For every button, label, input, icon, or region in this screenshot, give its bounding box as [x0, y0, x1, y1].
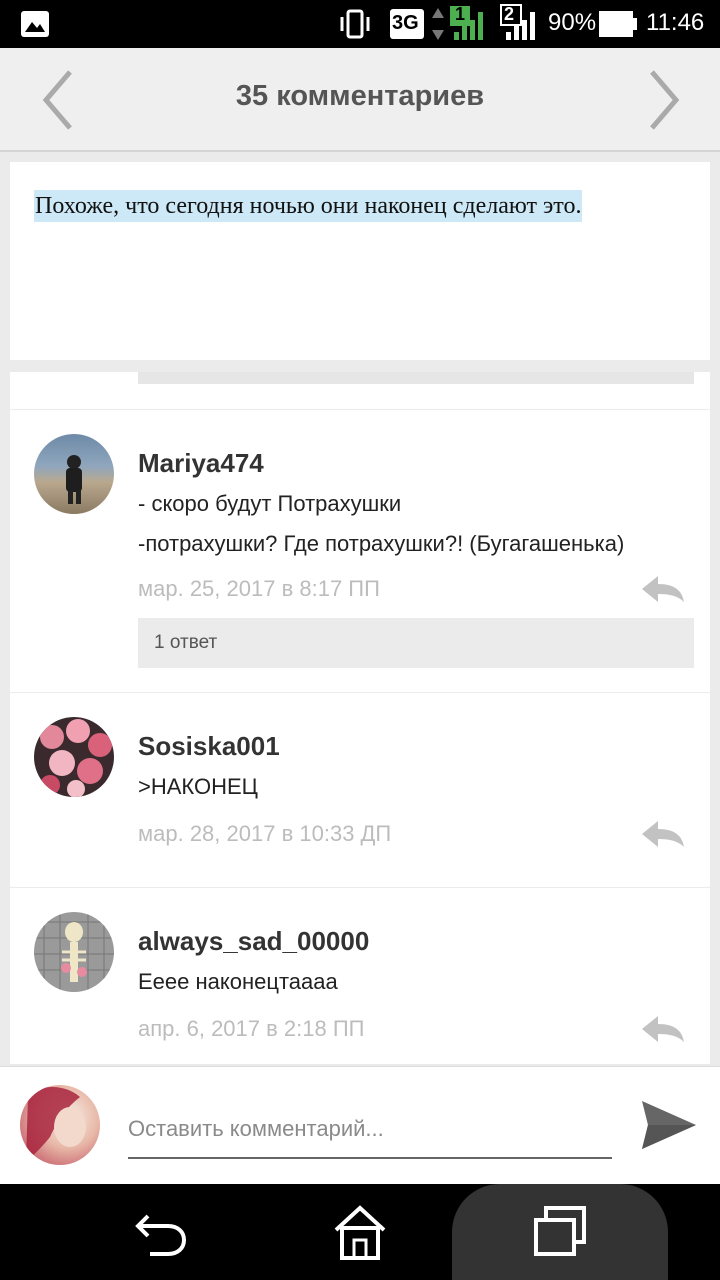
system-nav-bar — [0, 1184, 720, 1280]
comment-username[interactable]: Mariya474 — [138, 448, 264, 479]
sim2-label: 2 — [504, 4, 515, 24]
avatar[interactable] — [34, 434, 114, 514]
status-bar: 3G 1 2 90% 11:46 — [0, 0, 720, 48]
next-arrow-icon[interactable] — [644, 68, 684, 132]
comment-text-line: >НАКОНЕЦ — [138, 774, 258, 799]
home-icon[interactable] — [330, 1202, 390, 1262]
post-card: Похоже, что сегодня ночью они наконец сд… — [10, 162, 710, 360]
view-replies-button[interactable]: 1 ответ — [138, 618, 694, 668]
vibrate-icon — [340, 9, 370, 39]
data-activity-icon — [432, 8, 444, 40]
comment-text-line: - скоро будут Потрахушки — [138, 491, 402, 516]
comment-date: мар. 25, 2017 в 8:17 ПП — [138, 576, 380, 601]
comment-input[interactable] — [128, 1107, 612, 1159]
signal-sim1-icon — [450, 6, 483, 40]
divider — [10, 692, 710, 693]
divider — [10, 409, 710, 410]
gallery-notification-icon — [21, 11, 49, 37]
comment-username[interactable]: Sosiska001 — [138, 731, 280, 762]
back-icon[interactable] — [130, 1202, 190, 1262]
reply-icon[interactable] — [640, 819, 686, 849]
clock: 11:46 — [646, 9, 705, 36]
avatar[interactable] — [34, 912, 114, 992]
comment-text-line: -потрахушки? Где потрахушки?! (Бугагашен… — [138, 531, 625, 556]
comments-list: Mariya474 - скоро будут Потрахушки -потр… — [10, 372, 710, 1064]
post-text: Похоже, что сегодня ночью они наконец сд… — [34, 190, 583, 222]
comment-date: мар. 28, 2017 в 10:33 ДП — [138, 821, 392, 846]
sim1-label: 1 — [455, 4, 466, 24]
avatar[interactable] — [34, 717, 114, 797]
battery-percent: 90% — [548, 9, 597, 36]
header: 35 комментариев — [0, 48, 720, 152]
battery-icon — [599, 11, 637, 37]
page-title: 35 комментариев — [235, 80, 485, 112]
network-type-badge: 3G — [390, 9, 424, 39]
comment-text-line: Ееее наконецтаааа — [138, 969, 338, 994]
collapsed-reply-bar — [138, 372, 694, 384]
my-avatar[interactable] — [20, 1085, 100, 1165]
comment-composer — [0, 1066, 720, 1184]
recent-apps-icon[interactable] — [530, 1202, 590, 1262]
send-icon[interactable] — [640, 1097, 698, 1153]
reply-icon[interactable] — [640, 574, 686, 604]
reply-icon[interactable] — [640, 1014, 686, 1044]
divider — [10, 887, 710, 888]
comment-username[interactable]: always_sad_00000 — [138, 926, 369, 957]
comment-date: апр. 6, 2017 в 2:18 ПП — [138, 1016, 365, 1041]
